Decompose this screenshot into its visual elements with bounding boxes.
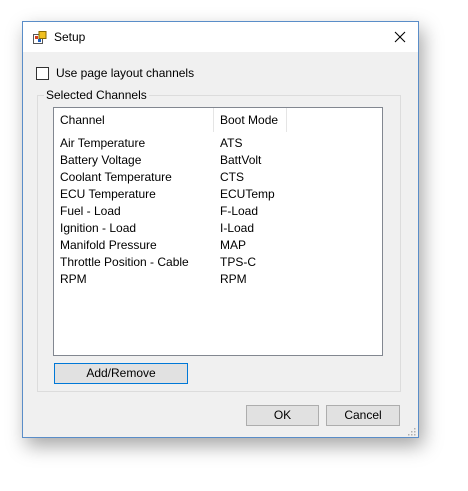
boot-mode-cell: CTS	[220, 170, 244, 184]
dialog-title: Setup	[54, 30, 86, 44]
list-header: Channel Boot Mode	[54, 108, 382, 132]
channel-cell: Throttle Position - Cable	[60, 255, 189, 269]
resize-grip-icon[interactable]	[406, 425, 416, 436]
list-item[interactable]: Coolant Temperature CTS	[54, 169, 382, 186]
channel-cell: Air Temperature	[60, 136, 146, 150]
column-header-boot-mode[interactable]: Boot Mode	[214, 108, 287, 132]
ok-button[interactable]: OK	[246, 405, 319, 426]
boot-mode-cell: ECUTemp	[220, 187, 275, 201]
boot-mode-cell: MAP	[220, 238, 247, 252]
list-item[interactable]: Ignition - Load I-Load	[54, 220, 382, 237]
list-item[interactable]: RPM RPM	[54, 271, 382, 288]
list-item[interactable]: Battery Voltage BattVolt	[54, 152, 382, 169]
channels-list[interactable]: Channel Boot Mode Air Temperature ATS Ba…	[53, 107, 383, 356]
close-icon	[394, 31, 406, 43]
setup-app-icon	[33, 31, 47, 45]
add-remove-button[interactable]: Add/Remove	[54, 363, 188, 384]
list-item[interactable]: Fuel - Load F-Load	[54, 203, 382, 220]
list-item[interactable]: Throttle Position - Cable TPS-C	[54, 254, 382, 271]
use-page-layout-checkbox[interactable]	[36, 66, 49, 80]
channel-cell: Coolant Temperature	[60, 170, 172, 184]
column-header-channel[interactable]: Channel	[54, 108, 214, 132]
close-button[interactable]	[390, 28, 410, 46]
list-item[interactable]: Air Temperature ATS	[54, 135, 382, 152]
list-item[interactable]: Manifold Pressure MAP	[54, 237, 382, 254]
title-bar[interactable]: Setup	[23, 22, 418, 52]
cancel-button[interactable]: Cancel	[326, 405, 400, 426]
channel-cell: RPM	[60, 272, 87, 286]
use-page-layout-label[interactable]: Use page layout channels	[56, 66, 194, 80]
list-item[interactable]: ECU Temperature ECUTemp	[54, 186, 382, 203]
use-page-layout-option[interactable]: Use page layout channels	[36, 65, 194, 81]
boot-mode-cell: TPS-C	[220, 255, 256, 269]
boot-mode-cell: RPM	[220, 272, 247, 286]
selected-channels-title: Selected Channels	[44, 88, 149, 102]
channel-cell: Manifold Pressure	[60, 238, 157, 252]
boot-mode-cell: F-Load	[220, 204, 259, 218]
channel-cell: Fuel - Load	[60, 204, 121, 218]
setup-dialog: Setup Use page layout channels Selected …	[22, 21, 419, 438]
selected-channels-group: Selected Channels Channel Boot Mode Air …	[37, 88, 401, 392]
list-rows: Air Temperature ATS Battery Voltage Batt…	[54, 135, 382, 288]
channel-cell: Ignition - Load	[60, 221, 137, 235]
channel-cell: ECU Temperature	[60, 187, 156, 201]
boot-mode-cell: BattVolt	[220, 153, 262, 167]
channel-cell: Battery Voltage	[60, 153, 142, 167]
boot-mode-cell: I-Load	[220, 221, 255, 235]
boot-mode-cell: ATS	[220, 136, 243, 150]
